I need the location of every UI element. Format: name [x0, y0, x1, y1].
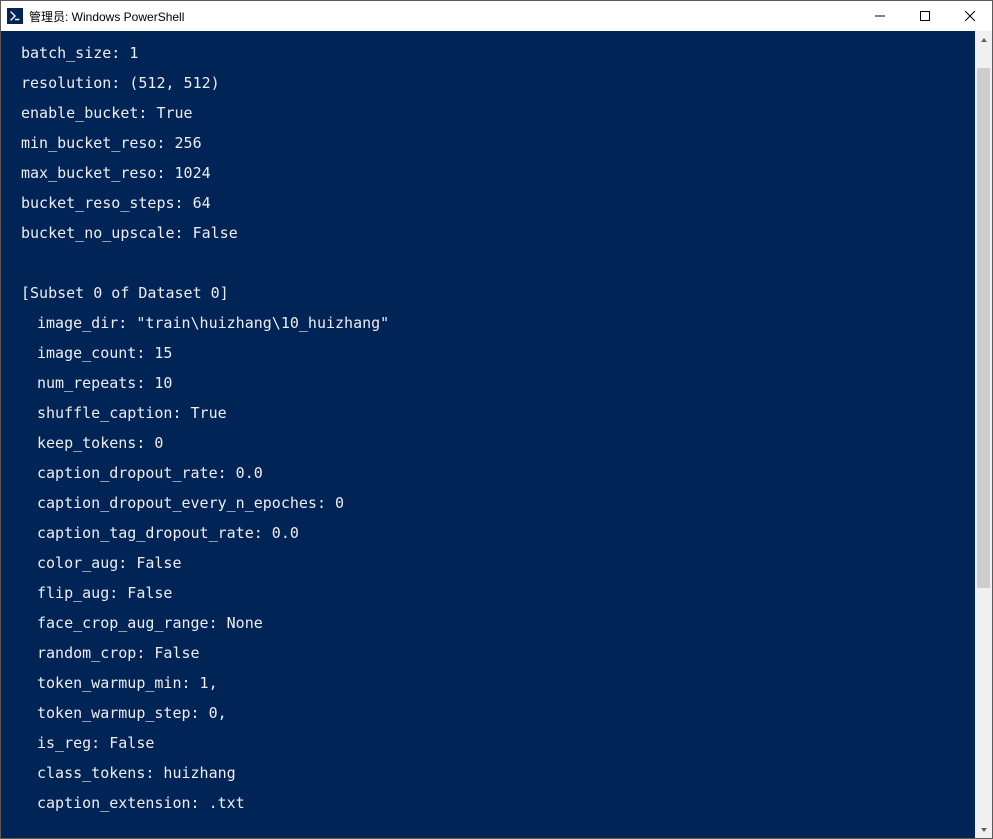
console-area: batch_size: 1 resolution: (512, 512) ena… [1, 31, 992, 838]
output-line: batch_size: 1 [1, 46, 975, 61]
output-line: flip_aug: False [1, 586, 975, 601]
console-output[interactable]: batch_size: 1 resolution: (512, 512) ena… [1, 31, 975, 838]
output-line: min_bucket_reso: 256 [1, 136, 975, 151]
output-line: shuffle_caption: True [1, 406, 975, 421]
output-line: bucket_reso_steps: 64 [1, 196, 975, 211]
output-line: caption_dropout_every_n_epoches: 0 [1, 496, 975, 511]
output-line: [Subset 0 of Dataset 0] [1, 286, 975, 301]
output-line: caption_extension: .txt [1, 796, 975, 811]
window-title: 管理员: Windows PowerShell [29, 8, 857, 25]
output-line: token_warmup_step: 0, [1, 706, 975, 721]
output-line: enable_bucket: True [1, 106, 975, 121]
output-line: bucket_no_upscale: False [1, 226, 975, 241]
output-line: caption_tag_dropout_rate: 0.0 [1, 526, 975, 541]
scrollbar-thumb[interactable] [977, 68, 990, 588]
output-line: random_crop: False [1, 646, 975, 661]
output-line: token_warmup_min: 1, [1, 676, 975, 691]
output-line: caption_dropout_rate: 0.0 [1, 466, 975, 481]
output-line: color_aug: False [1, 556, 975, 571]
output-line: resolution: (512, 512) [1, 76, 975, 91]
output-line: num_repeats: 10 [1, 376, 975, 391]
output-line: keep_tokens: 0 [1, 436, 975, 451]
powershell-icon [7, 8, 23, 24]
output-line: image_count: 15 [1, 346, 975, 361]
scroll-down-button[interactable] [975, 821, 992, 838]
scroll-up-button[interactable] [975, 31, 992, 48]
minimize-button[interactable] [857, 1, 902, 31]
close-button[interactable] [947, 1, 992, 31]
output-line: is_reg: False [1, 736, 975, 751]
titlebar[interactable]: 管理员: Windows PowerShell [1, 1, 992, 31]
maximize-button[interactable] [902, 1, 947, 31]
vertical-scrollbar[interactable] [975, 31, 992, 838]
output-line [1, 826, 975, 838]
output-line: image_dir: "train\huizhang\10_huizhang" [1, 316, 975, 331]
output-line: face_crop_aug_range: None [1, 616, 975, 631]
scrollbar-track[interactable] [975, 48, 992, 821]
output-line: max_bucket_reso: 1024 [1, 166, 975, 181]
output-line [1, 256, 975, 271]
powershell-window: 管理员: Windows PowerShell batch_size: 1 re… [0, 0, 993, 839]
window-controls [857, 1, 992, 31]
output-line: class_tokens: huizhang [1, 766, 975, 781]
